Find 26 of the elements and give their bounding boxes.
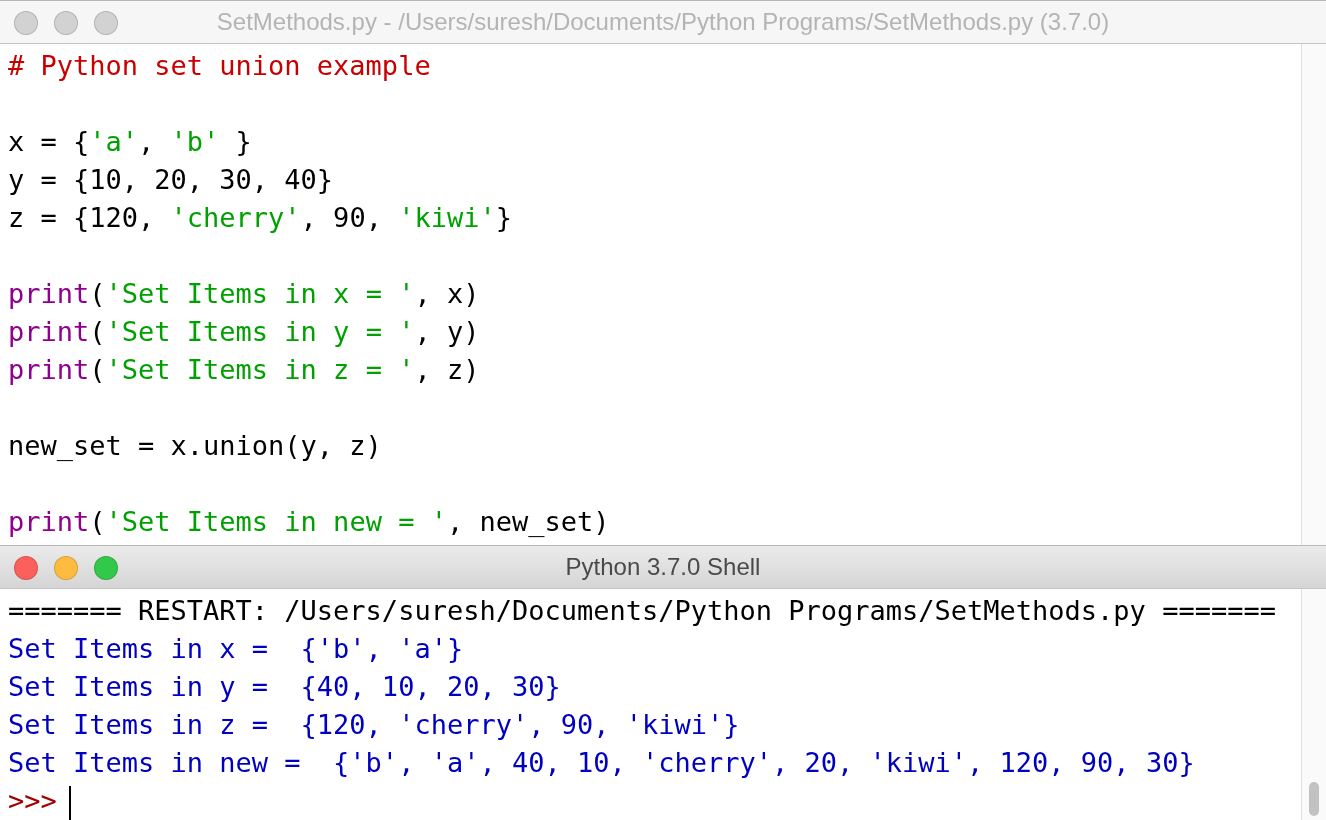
output-line: Set Items in y = {40, 10, 20, 30}	[8, 671, 561, 702]
output-line: Set Items in x = {'b', 'a'}	[8, 633, 464, 664]
scrollbar[interactable]	[1301, 589, 1326, 820]
window-title: SetMethods.py - /Users/suresh/Documents/Python Programs/SetMethods.py (3.7.0)	[216, 8, 1110, 35]
code-line: x = {'a', 'b' }	[8, 126, 252, 157]
close-button[interactable]	[14, 556, 38, 580]
restart-line: ======= RESTART: /Users/suresh/Documents/Python Programs/SetMethods.py =======	[8, 595, 1276, 626]
minimize-button[interactable]	[54, 556, 78, 580]
scrollbar[interactable]	[1301, 44, 1326, 545]
code-line: y = {10, 20, 30, 40}	[8, 164, 334, 195]
code-line: # Python set union example	[8, 50, 431, 81]
code-line: print('Set Items in z = ', z)	[8, 354, 480, 385]
code-line: print('Set Items in new = ', new_set)	[8, 506, 610, 537]
zoom-button[interactable]	[94, 556, 118, 580]
code-line: print('Set Items in y = ', y)	[8, 316, 480, 347]
output-line: Set Items in new = {'b', 'a', 40, 10, 'cherry', 20, 'kiwi', 120, 90, 30}	[8, 747, 1195, 778]
minimize-button[interactable]	[54, 11, 78, 35]
code-line: new_set = x.union(y, z)	[8, 430, 382, 461]
code-line: z = {120, 'cherry', 90, 'kiwi'}	[8, 202, 512, 233]
zoom-button[interactable]	[94, 11, 118, 35]
shell-prompt: >>>	[8, 785, 57, 816]
output-line: Set Items in z = {120, 'cherry', 90, 'kiwi'}	[8, 709, 740, 740]
text-cursor	[68, 785, 71, 820]
window-title: Python 3.7.0 Shell	[565, 553, 761, 580]
code-line: print('Set Items in x = ', x)	[8, 278, 480, 309]
close-button[interactable]	[14, 11, 38, 35]
